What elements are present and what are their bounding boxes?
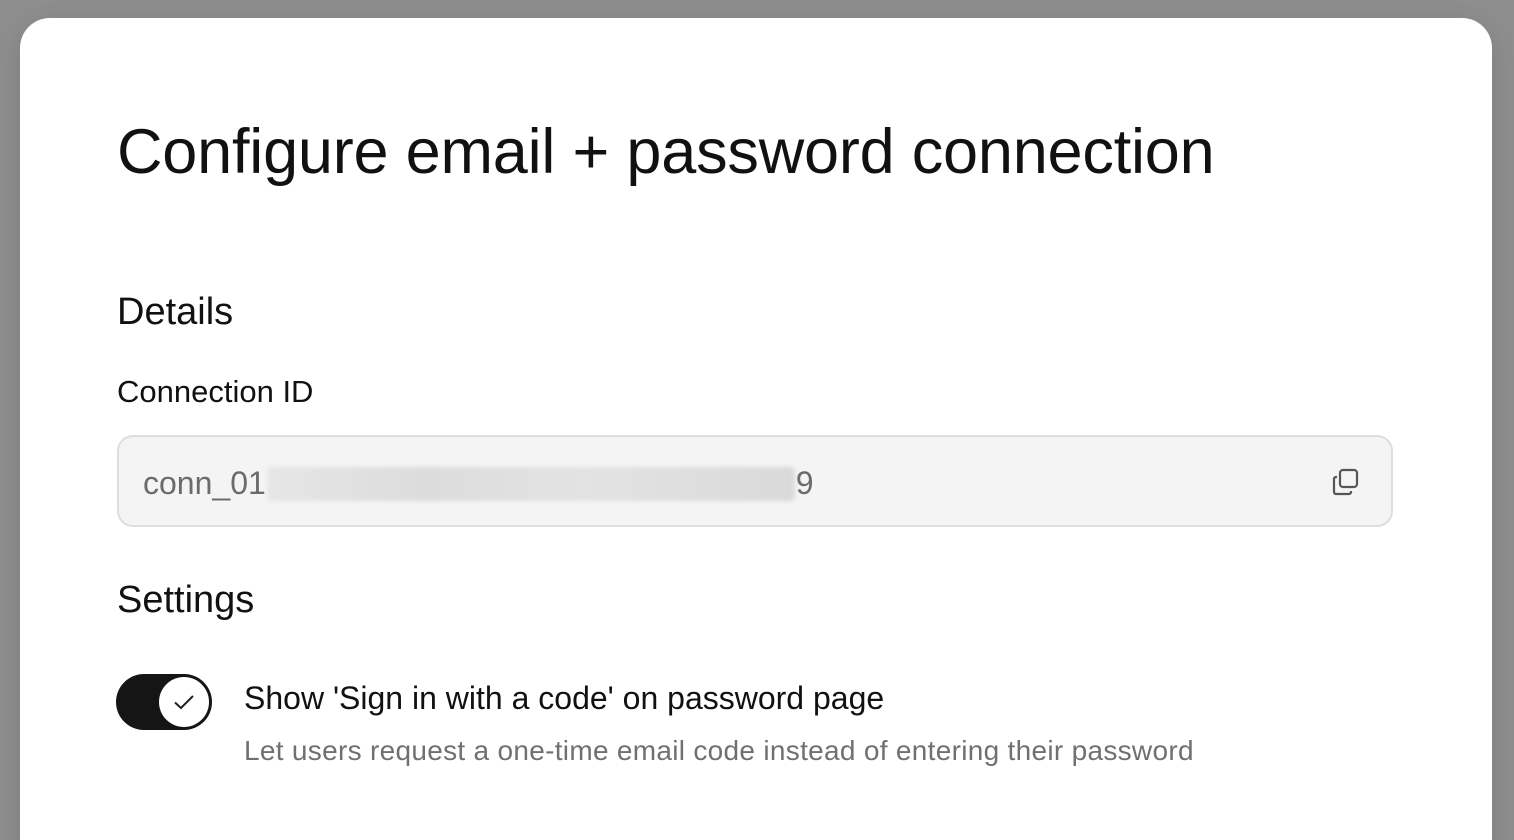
configure-connection-modal: Configure email + password connection De… bbox=[20, 18, 1492, 840]
connection-id-value: conn_01 9 bbox=[143, 465, 814, 502]
connection-id-label: Connection ID bbox=[117, 374, 314, 409]
checkmark-icon bbox=[174, 695, 194, 710]
connection-id-redacted bbox=[266, 466, 795, 501]
connection-id-suffix: 9 bbox=[795, 465, 814, 501]
copy-icon[interactable] bbox=[1331, 467, 1361, 497]
toggle-knob bbox=[159, 677, 209, 727]
settings-heading: Settings bbox=[117, 579, 255, 621]
sign-in-with-code-toggle[interactable] bbox=[116, 674, 212, 730]
connection-id-field[interactable]: conn_01 9 bbox=[117, 435, 1393, 527]
toggle-description: Let users request a one-time email code … bbox=[244, 735, 1194, 766]
toggle-label: Show 'Sign in with a code' on password p… bbox=[244, 680, 885, 716]
modal-title: Configure email + password connection bbox=[117, 117, 1215, 187]
connection-id-prefix: conn_01 bbox=[143, 465, 266, 501]
details-heading: Details bbox=[117, 291, 234, 333]
